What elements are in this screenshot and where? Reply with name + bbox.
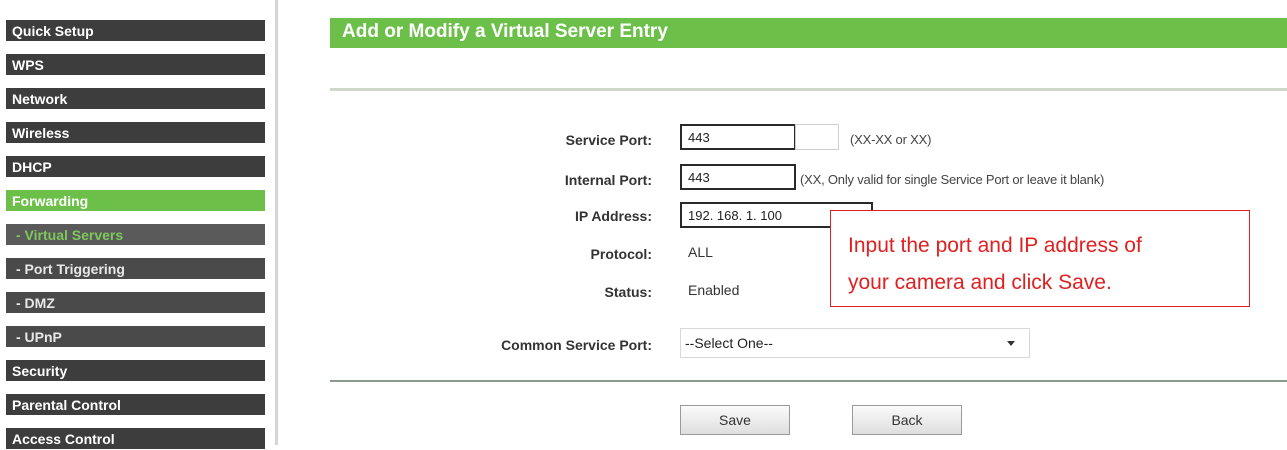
- page-title: Add or Modify a Virtual Server Entry: [342, 21, 668, 42]
- footer-divider: [330, 380, 1287, 382]
- sidebar-item-virtual-servers[interactable]: - Virtual Servers: [6, 224, 265, 246]
- internal-port-hint: (XX, Only valid for single Service Port …: [800, 172, 1105, 187]
- sidebar-item-upnp[interactable]: - UPnP: [6, 326, 265, 348]
- service-port-end-input[interactable]: [795, 124, 839, 150]
- internal-port-input[interactable]: [680, 164, 796, 190]
- sidebar-item-forwarding[interactable]: Forwarding: [6, 190, 265, 212]
- callout-line-2: your camera and click Save.: [848, 271, 1112, 294]
- common-service-port-value: --Select One--: [685, 335, 773, 351]
- protocol-select[interactable]: ALL: [688, 244, 713, 260]
- common-service-port-select[interactable]: --Select One--: [680, 328, 1030, 358]
- sidebar-item-network[interactable]: Network: [6, 88, 265, 110]
- sidebar-item-dmz[interactable]: - DMZ: [6, 292, 265, 314]
- page-header: Add or Modify a Virtual Server Entry: [330, 18, 1287, 48]
- sidebar-item-parental-control[interactable]: Parental Control: [6, 394, 265, 416]
- status-label: Status:: [604, 284, 652, 300]
- sidebar-item-security[interactable]: Security: [6, 360, 265, 382]
- sidebar-menu: Quick Setup WPS Network Wireless DHCP Fo…: [0, 0, 270, 450]
- service-port-label: Service Port:: [565, 132, 652, 148]
- sidebar-item-wireless[interactable]: Wireless: [6, 122, 265, 144]
- chevron-down-icon: [1007, 341, 1015, 346]
- sidebar-item-wps[interactable]: WPS: [6, 54, 265, 76]
- callout-line-1: Input the port and IP address of: [848, 234, 1142, 257]
- internal-port-label: Internal Port:: [564, 172, 652, 188]
- save-button[interactable]: Save: [680, 405, 790, 435]
- back-button[interactable]: Back: [852, 405, 962, 435]
- protocol-label: Protocol:: [590, 246, 652, 262]
- header-divider: [330, 88, 1287, 91]
- sidebar-item-quick-setup[interactable]: Quick Setup: [6, 20, 265, 42]
- sidebar-item-access-control[interactable]: Access Control: [6, 428, 265, 450]
- sidebar-item-port-triggering[interactable]: - Port Triggering: [6, 258, 265, 280]
- service-port-input[interactable]: [680, 124, 796, 150]
- ip-address-label: IP Address:: [574, 208, 652, 224]
- sidebar-divider: [275, 0, 278, 445]
- sidebar-item-dhcp[interactable]: DHCP: [6, 156, 265, 178]
- service-port-hint: (XX-XX or XX): [850, 132, 932, 147]
- status-select[interactable]: Enabled: [688, 282, 739, 298]
- common-service-port-label: Common Service Port:: [501, 337, 652, 353]
- instruction-callout: Input the port and IP address of your ca…: [830, 210, 1250, 307]
